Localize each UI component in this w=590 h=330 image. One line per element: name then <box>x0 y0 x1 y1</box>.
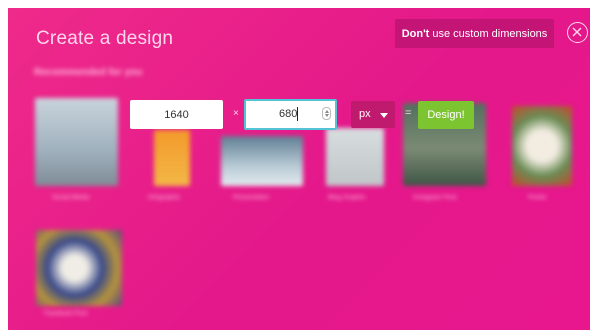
template-label: Poster <box>528 194 547 201</box>
template-label: Infographic <box>148 194 181 201</box>
width-input[interactable]: 1640 <box>130 100 223 129</box>
times-symbol: × <box>233 108 239 119</box>
close-icon <box>572 27 582 37</box>
text-cursor <box>297 107 298 121</box>
template-thumbnail <box>36 230 122 306</box>
dialog-title: Create a design <box>36 28 174 49</box>
equals-symbol: = <box>405 107 412 119</box>
template-label: Blog Graphic <box>328 194 366 201</box>
template-thumbnail <box>221 136 303 186</box>
height-value: 680 <box>279 108 298 120</box>
recommended-heading: Recommended for you <box>34 67 143 78</box>
caret-down-icon <box>380 113 388 118</box>
template-label: Instagram Post <box>413 194 457 201</box>
dont-use-strong-text: Don't <box>401 27 430 40</box>
close-button[interactable] <box>567 22 588 43</box>
template-label: Presentation <box>233 194 270 201</box>
template-thumbnail <box>326 128 384 186</box>
dont-use-rest-text: use custom dimensions <box>432 27 548 40</box>
template-label: Social Media <box>52 194 90 201</box>
dont-use-custom-dimensions-button[interactable]: Don't use custom dimensions <box>395 19 554 48</box>
number-spinner-icon[interactable] <box>322 107 331 120</box>
height-input[interactable]: 680 <box>244 99 337 130</box>
design-button[interactable]: Design! <box>418 101 474 129</box>
template-thumbnail <box>512 106 572 186</box>
unit-select[interactable]: px <box>351 101 395 128</box>
unit-value: px <box>359 108 371 120</box>
template-thumbnail <box>35 98 118 186</box>
create-design-dialog: Create a design Don't use custom dimensi… <box>8 8 590 330</box>
template-label: Facebook Post <box>44 310 88 317</box>
template-thumbnail <box>154 130 190 186</box>
